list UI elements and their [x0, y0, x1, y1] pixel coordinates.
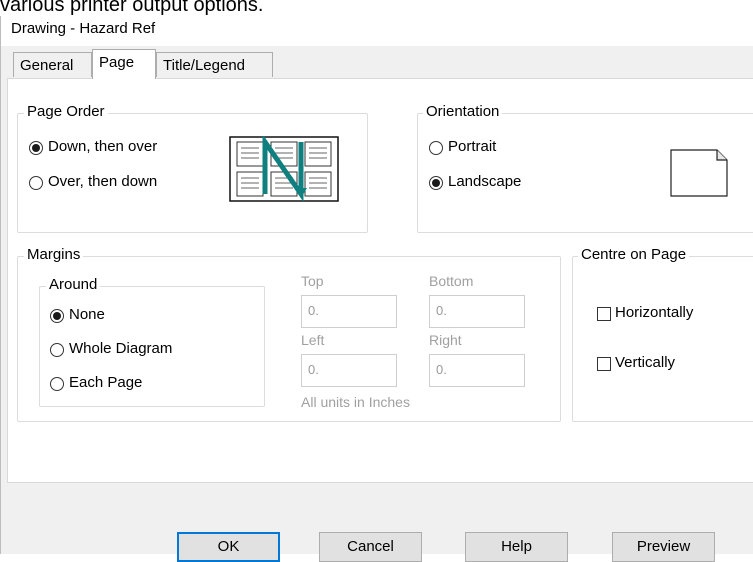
label-landscape[interactable]: Landscape [448, 173, 521, 190]
label-right: Right [429, 332, 462, 348]
title-bar[interactable]: Drawing - Hazard Ref [1, 16, 753, 46]
centre-on-page-legend: Centre on Page [578, 246, 690, 263]
checkbox-horizontally[interactable] [597, 307, 611, 321]
help-button[interactable]: Help [465, 532, 568, 562]
centre-on-page-group [572, 256, 753, 422]
ok-button[interactable]: OK [177, 532, 280, 562]
cancel-button[interactable]: Cancel [319, 532, 422, 562]
tab-title-legend[interactable]: Title/Legend [156, 52, 273, 77]
checkbox-vertically[interactable] [597, 357, 611, 371]
label-none[interactable]: None [69, 306, 105, 323]
radio-none[interactable] [50, 309, 64, 323]
right-margin-field[interactable]: 0. [429, 354, 525, 387]
orientation-legend: Orientation [423, 103, 503, 120]
bottom-margin-field[interactable]: 0. [429, 295, 525, 328]
radio-each-page[interactable] [50, 377, 64, 391]
label-portrait[interactable]: Portrait [448, 138, 496, 155]
margins-legend: Margins [24, 246, 84, 263]
label-over-then-down[interactable]: Over, then down [48, 173, 157, 190]
radio-landscape[interactable] [429, 176, 443, 190]
label-down-then-over[interactable]: Down, then over [48, 138, 157, 155]
window-title: Drawing - Hazard Ref [11, 20, 156, 37]
page-order-grid-icon [229, 136, 339, 202]
label-vertically[interactable]: Vertically [615, 354, 675, 371]
radio-whole-diagram[interactable] [50, 343, 64, 357]
label-each-page[interactable]: Each Page [69, 374, 142, 391]
top-margin-field[interactable]: 0. [301, 295, 397, 328]
tab-panel-page: Page Order Down, then over Over, then do… [7, 78, 753, 483]
tab-page[interactable]: Page [92, 49, 156, 79]
dialog-window: Drawing - Hazard Ref General Page Title/… [0, 16, 753, 554]
tab-general[interactable]: General [13, 52, 92, 77]
label-whole-diagram[interactable]: Whole Diagram [69, 340, 172, 357]
page-icon [670, 149, 728, 197]
preview-button[interactable]: Preview [612, 532, 715, 562]
left-margin-field[interactable]: 0. [301, 354, 397, 387]
radio-over-then-down[interactable] [29, 176, 43, 190]
page-order-legend: Page Order [24, 103, 108, 120]
label-top: Top [301, 273, 324, 289]
page-caption: various printer output options. [0, 0, 264, 16]
label-horizontally[interactable]: Horizontally [615, 304, 693, 321]
label-bottom: Bottom [429, 273, 474, 289]
label-left: Left [301, 332, 325, 348]
radio-portrait[interactable] [429, 141, 443, 155]
radio-down-then-over[interactable] [29, 141, 43, 155]
units-note: All units in Inches [301, 394, 410, 410]
around-legend: Around [46, 276, 101, 293]
